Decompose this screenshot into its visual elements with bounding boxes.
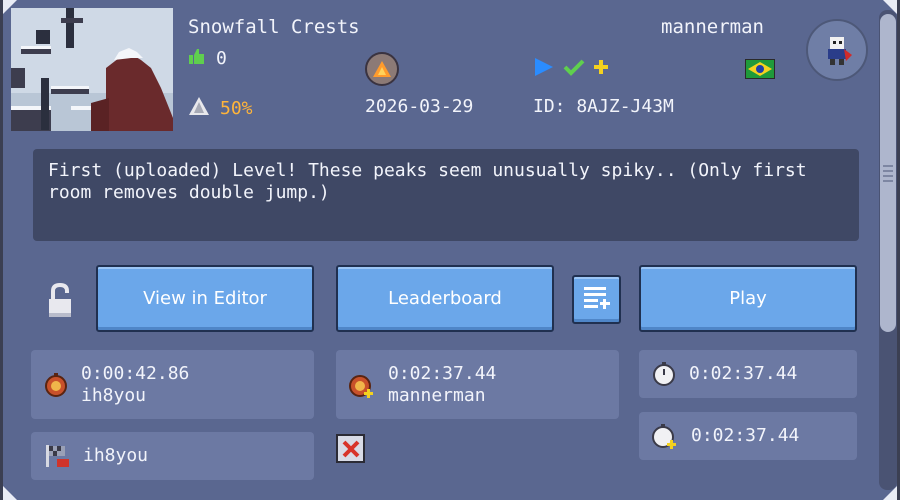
leaderboard-button[interactable]: Leaderboard bbox=[336, 265, 554, 332]
author-avatar[interactable] bbox=[806, 19, 868, 81]
difficulty-badge-icon bbox=[365, 52, 399, 86]
world-record-clock-icon bbox=[43, 372, 69, 398]
corner-decoration bbox=[3, 486, 17, 500]
close-icon[interactable] bbox=[336, 434, 365, 463]
stopwatch-plus-icon bbox=[651, 423, 679, 449]
brazil-flag-icon bbox=[745, 59, 775, 79]
level-details-panel: Snowfall Crests 0 50% 2026-03-29 ID: 8AJ… bbox=[0, 0, 900, 500]
plus-icon bbox=[593, 59, 609, 79]
total-time-card: 0:02:37.44 bbox=[639, 350, 857, 398]
trophy-flag-icon bbox=[43, 443, 71, 469]
level-description: First (uploaded) Level! These peaks seem… bbox=[33, 149, 859, 241]
likes-value: 0 bbox=[216, 48, 227, 69]
level-id: ID: 8AJZ-J43M bbox=[533, 96, 674, 117]
lock-open-icon[interactable] bbox=[47, 282, 73, 323]
personal-best-time: 0:02:37.44 bbox=[388, 362, 497, 384]
status-icons bbox=[533, 57, 609, 81]
upload-date: 2026-03-29 bbox=[365, 96, 474, 117]
play-button[interactable]: Play bbox=[639, 265, 857, 332]
add-to-list-icon bbox=[582, 284, 612, 315]
world-record-card[interactable]: 0:00:42.86 ih8you bbox=[31, 350, 314, 419]
author-name[interactable]: mannerman bbox=[661, 16, 764, 38]
stopwatch-icon bbox=[651, 361, 677, 387]
first-clear-card[interactable]: ih8you bbox=[31, 432, 314, 480]
level-title: Snowfall Crests bbox=[188, 16, 360, 38]
view-in-editor-button[interactable]: View in Editor bbox=[96, 265, 314, 332]
clear-rate-value: 50% bbox=[220, 98, 253, 119]
added-time-value: 0:02:37.44 bbox=[691, 425, 800, 446]
check-icon bbox=[563, 58, 585, 80]
first-clear-player: ih8you bbox=[83, 445, 149, 466]
added-time-card: 0:02:37.44 bbox=[639, 412, 857, 460]
warning-triangle-icon bbox=[188, 96, 210, 121]
personal-best-card[interactable]: 0:02:37.44 mannerman bbox=[336, 350, 619, 419]
play-triangle-icon bbox=[533, 57, 555, 81]
add-to-list-button[interactable] bbox=[572, 275, 621, 324]
level-thumbnail bbox=[11, 8, 173, 131]
total-time-value: 0:02:37.44 bbox=[689, 363, 798, 384]
world-record-time: 0:00:42.86 bbox=[81, 362, 190, 384]
clear-rate: 50% bbox=[188, 96, 253, 121]
personal-best-clock-icon bbox=[348, 372, 376, 398]
likes-count: 0 bbox=[188, 47, 227, 70]
thumbs-up-icon bbox=[188, 47, 206, 70]
personal-best-player: mannerman bbox=[388, 384, 486, 406]
world-record-player: ih8you bbox=[81, 384, 147, 406]
scrollbar-thumb[interactable] bbox=[880, 14, 896, 332]
